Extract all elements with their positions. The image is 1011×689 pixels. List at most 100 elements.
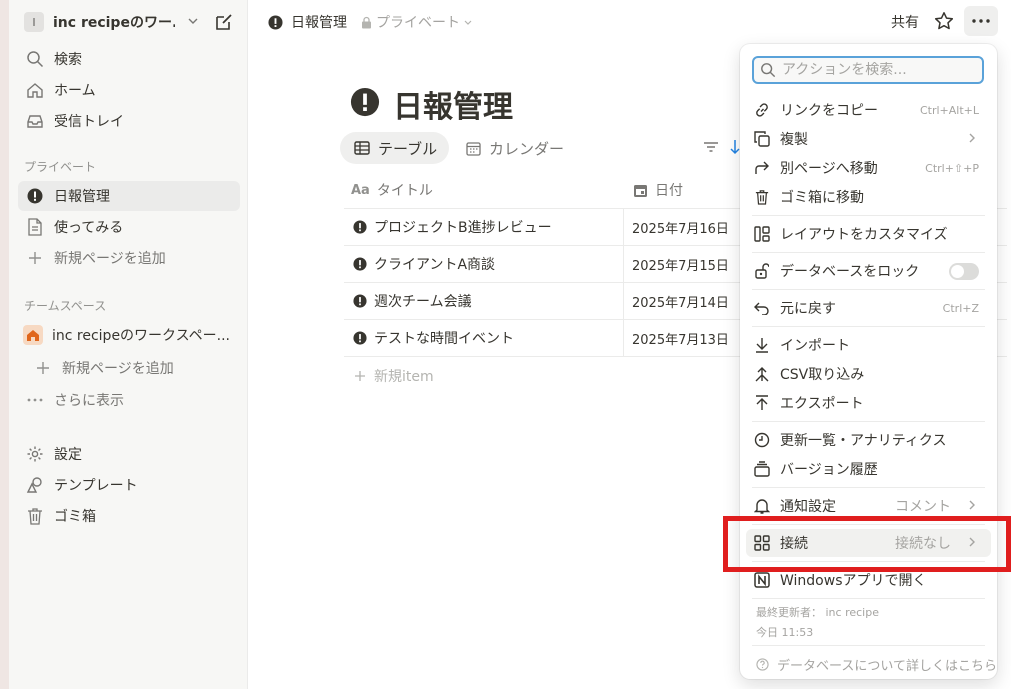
workspace-switcher[interactable]: I inc recipeのワー... <box>18 9 240 35</box>
column-header-label: タイトル <box>376 183 433 199</box>
menu-item-move-to[interactable]: 別ページへ移動 Ctrl+⇧+P <box>746 154 991 182</box>
menu-item-duplicate[interactable]: 複製 <box>746 125 991 153</box>
row-title-cell[interactable]: 週次チーム会議 <box>344 283 624 319</box>
breadcrumb-title[interactable]: 日報管理 <box>291 12 347 32</box>
menu-item-label: 別ページへ移動 <box>780 161 878 177</box>
lock-toggle[interactable] <box>949 263 979 280</box>
unlock-icon <box>752 261 772 281</box>
sidebar-item-templates[interactable]: テンプレート <box>18 470 240 500</box>
new-page-compose-icon[interactable] <box>214 12 234 32</box>
tab-table-view[interactable]: テーブル <box>340 132 450 164</box>
team-section-heading[interactable]: チームスペース <box>24 297 106 314</box>
plus-icon <box>355 370 365 381</box>
page-alert-icon[interactable] <box>350 87 380 117</box>
help-circle-icon <box>756 658 769 671</box>
merge-arrow-icon <box>752 364 772 384</box>
menu-divider <box>752 326 985 327</box>
menu-item-version-history[interactable]: バージョン履歴 <box>746 455 991 483</box>
menu-item-label: CSV取り込み <box>780 367 865 383</box>
row-date[interactable]: 2025年7月15日 <box>624 255 729 274</box>
row-title-cell[interactable]: クライアントA商談 <box>344 246 624 282</box>
sidebar-item-label: 新規ページを追加 <box>62 361 174 377</box>
sidebar-item-home[interactable]: ホーム <box>18 75 240 105</box>
menu-item-undo[interactable]: 元に戻す Ctrl+Z <box>746 294 991 322</box>
sidebar-item-team-workspace[interactable]: inc recipeのワークスペー... <box>18 320 240 350</box>
page-actions-menu: リンクをコピー Ctrl+Alt+L 複製 別ページへ移動 Ctrl+⇧+P ゴ… <box>740 44 997 679</box>
sidebar: I inc recipeのワー... 検索 ホーム 受信トレイ プライベート 日… <box>0 0 248 689</box>
notion-logo-icon <box>752 570 772 590</box>
template-icon <box>24 474 46 496</box>
sidebar-item-settings[interactable]: 設定 <box>18 439 240 469</box>
action-search-input[interactable] <box>782 62 972 78</box>
sidebar-item-team-add-page[interactable]: 新規ページを追加 <box>26 353 248 383</box>
row-date[interactable]: 2025年7月14日 <box>624 292 729 311</box>
undo-icon <box>752 298 772 318</box>
sidebar-item-inbox[interactable]: 受信トレイ <box>18 106 240 136</box>
alert-circle-icon <box>353 220 367 234</box>
more-options-button[interactable] <box>964 6 998 36</box>
home-icon <box>24 79 46 101</box>
sidebar-item-daily-report[interactable]: 日報管理 <box>18 181 240 211</box>
highlight-box <box>723 516 1011 572</box>
menu-item-move-to-trash[interactable]: ゴミ箱に移動 <box>746 183 991 211</box>
plus-icon <box>32 357 54 379</box>
chevron-down-icon[interactable] <box>186 14 200 28</box>
menu-item-label: エクスポート <box>780 396 864 412</box>
sidebar-item-search[interactable]: 検索 <box>18 44 240 74</box>
menu-item-lock-database[interactable]: データベースをロック <box>746 257 991 285</box>
row-title-cell[interactable]: テストな時間イベント <box>344 320 624 356</box>
share-button[interactable]: 共有 <box>891 12 919 32</box>
menu-item-copy-link[interactable]: リンクをコピー Ctrl+Alt+L <box>746 96 991 124</box>
shortcut-hint: Ctrl+⇧+P <box>925 161 979 175</box>
menu-item-customize-layout[interactable]: レイアウトをカスタマイズ <box>746 220 991 248</box>
sidebar-item-try-it[interactable]: 使ってみる <box>18 212 240 242</box>
column-header-label: 日付 <box>655 183 683 199</box>
sidebar-item-label: テンプレート <box>54 478 138 494</box>
menu-item-label: バージョン履歴 <box>780 462 878 478</box>
trash-icon <box>752 187 772 207</box>
menu-item-label: 更新一覧・アナリティクス <box>780 433 947 449</box>
bell-icon <box>752 496 772 516</box>
sidebar-item-add-page[interactable]: 新規ページを追加 <box>18 243 240 273</box>
shortcut-hint: Ctrl+Alt+L <box>919 103 979 117</box>
window-edge <box>0 0 9 689</box>
notification-value: コメント <box>895 499 951 515</box>
lock-icon <box>362 16 371 28</box>
row-title-cell[interactable]: プロジェクトB進捗レビュー <box>344 209 624 245</box>
menu-item-csv-import[interactable]: CSV取り込み <box>746 360 991 388</box>
favorite-star-icon[interactable] <box>934 11 954 31</box>
private-section-heading[interactable]: プライベート <box>24 158 96 175</box>
menu-item-import[interactable]: インポート <box>746 331 991 359</box>
learn-more-link[interactable]: データベースについて詳しくはこちら <box>756 655 997 674</box>
action-search-field[interactable] <box>752 56 984 84</box>
alert-circle-icon <box>268 14 283 30</box>
column-header-date[interactable]: 日付 <box>624 180 683 200</box>
privacy-label: プライベート <box>376 15 460 31</box>
download-arrow-icon <box>752 335 772 355</box>
menu-item-label: データベースをロック <box>780 264 920 280</box>
tab-calendar-view[interactable]: カレンダー <box>452 132 576 164</box>
history-stack-icon <box>752 459 772 479</box>
page-title[interactable]: 日報管理 <box>393 82 513 126</box>
menu-item-export[interactable]: エクスポート <box>746 389 991 417</box>
column-header-title[interactable]: Aa タイトル <box>344 180 624 200</box>
alert-circle-icon <box>353 331 367 345</box>
sidebar-item-label: inc recipeのワークスペー... <box>52 328 231 344</box>
tab-label: カレンダー <box>489 139 565 158</box>
privacy-dropdown[interactable]: プライベート <box>361 12 473 32</box>
breadcrumb[interactable]: 日報管理 プライベート <box>268 12 473 32</box>
row-date[interactable]: 2025年7月16日 <box>624 218 729 237</box>
menu-item-updates-analytics[interactable]: 更新一覧・アナリティクス <box>746 426 991 454</box>
filter-icon[interactable] <box>703 141 719 153</box>
row-title: テストな時間イベント <box>374 331 514 347</box>
sidebar-item-show-more[interactable]: さらに表示 <box>18 385 240 415</box>
sidebar-item-label: 日報管理 <box>54 189 110 205</box>
menu-divider <box>752 289 985 290</box>
sort-icon[interactable] <box>730 139 740 155</box>
sidebar-item-label: ゴミ箱 <box>54 509 96 525</box>
sidebar-item-trash[interactable]: ゴミ箱 <box>18 501 240 531</box>
sidebar-item-label: ホーム <box>54 83 96 99</box>
row-date[interactable]: 2025年7月13日 <box>624 329 729 348</box>
menu-divider <box>752 421 985 422</box>
menu-item-label: 通知設定 <box>780 499 836 515</box>
